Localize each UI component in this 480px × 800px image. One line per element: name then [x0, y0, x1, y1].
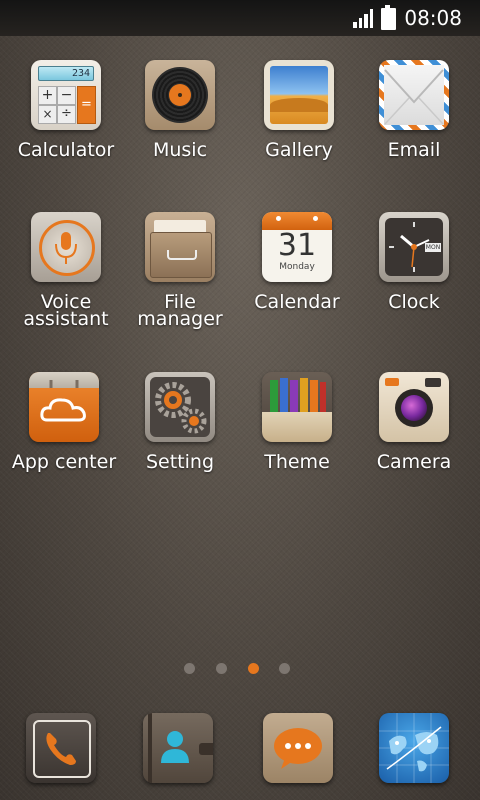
app-label-music: Music: [152, 139, 208, 161]
chat-bubble-icon: [274, 728, 322, 769]
app-label-gallery: Gallery: [265, 139, 333, 161]
calendar-icon: 31 Monday: [262, 212, 332, 282]
app-camera[interactable]: Camera: [356, 372, 472, 473]
app-label-setting: Setting: [145, 451, 215, 473]
app-label-app-center: App center: [11, 451, 117, 473]
calendar-day-number: 31: [277, 228, 317, 263]
battery-icon: [381, 5, 397, 30]
phone-handset-icon: [30, 717, 92, 779]
page-indicator: [0, 663, 480, 677]
app-theme[interactable]: Theme: [239, 372, 355, 473]
app-calendar[interactable]: 31 Monday Calendar: [239, 212, 355, 313]
page-dot[interactable]: [279, 663, 290, 674]
dock-messaging[interactable]: [263, 713, 333, 783]
dock-browser[interactable]: [379, 713, 449, 783]
app-gallery[interactable]: Gallery: [241, 60, 357, 161]
page-dot[interactable]: [216, 663, 227, 674]
app-label-camera: Camera: [376, 451, 452, 473]
app-email[interactable]: Email: [356, 60, 472, 161]
app-music[interactable]: Music: [122, 60, 238, 161]
microphone-icon: [31, 212, 101, 282]
app-label-calculator: Calculator: [17, 139, 115, 161]
cloud-bag-icon: [29, 372, 99, 442]
camera-icon: [379, 372, 449, 442]
page-dot-active[interactable]: [248, 663, 259, 674]
dock-contacts[interactable]: [143, 713, 213, 783]
signal-icon: [353, 8, 374, 28]
status-time: 08:08: [404, 6, 462, 30]
pencils-icon: [262, 372, 332, 442]
clock-icon: MON: [379, 212, 449, 282]
calculator-icon: 234 + − × ÷ =: [31, 60, 101, 130]
app-setting[interactable]: Setting: [122, 372, 238, 473]
dock-phone[interactable]: [26, 713, 96, 783]
app-label-calendar: Calendar: [254, 291, 340, 313]
app-clock[interactable]: MON Clock: [356, 212, 472, 313]
gears-icon: [145, 372, 215, 442]
photo-desert-icon: [264, 60, 334, 130]
app-label-voice-assistant: Voice assistant: [23, 291, 109, 330]
drawer-icon: [145, 212, 215, 282]
app-voice-assistant[interactable]: Voice assistant: [8, 212, 124, 330]
app-label-theme: Theme: [264, 451, 330, 473]
app-calculator[interactable]: 234 + − × ÷ = Calculator: [8, 60, 124, 161]
envelope-icon: [379, 60, 449, 130]
calendar-weekday: Monday: [279, 262, 315, 272]
app-file-manager[interactable]: File manager: [122, 212, 238, 330]
clock-day-badge: MON: [425, 243, 441, 252]
app-label-clock: Clock: [388, 291, 440, 313]
globe-map-icon: [379, 713, 449, 783]
page-dot[interactable]: [184, 663, 195, 674]
app-label-file-manager: File manager: [137, 291, 223, 330]
vinyl-record-icon: [145, 60, 215, 130]
calculator-display: 234: [38, 66, 94, 81]
app-app-center[interactable]: App center: [6, 372, 122, 473]
contacts-book-icon: [143, 713, 213, 783]
status-bar: 08:08: [0, 0, 480, 36]
app-label-email: Email: [387, 139, 441, 161]
